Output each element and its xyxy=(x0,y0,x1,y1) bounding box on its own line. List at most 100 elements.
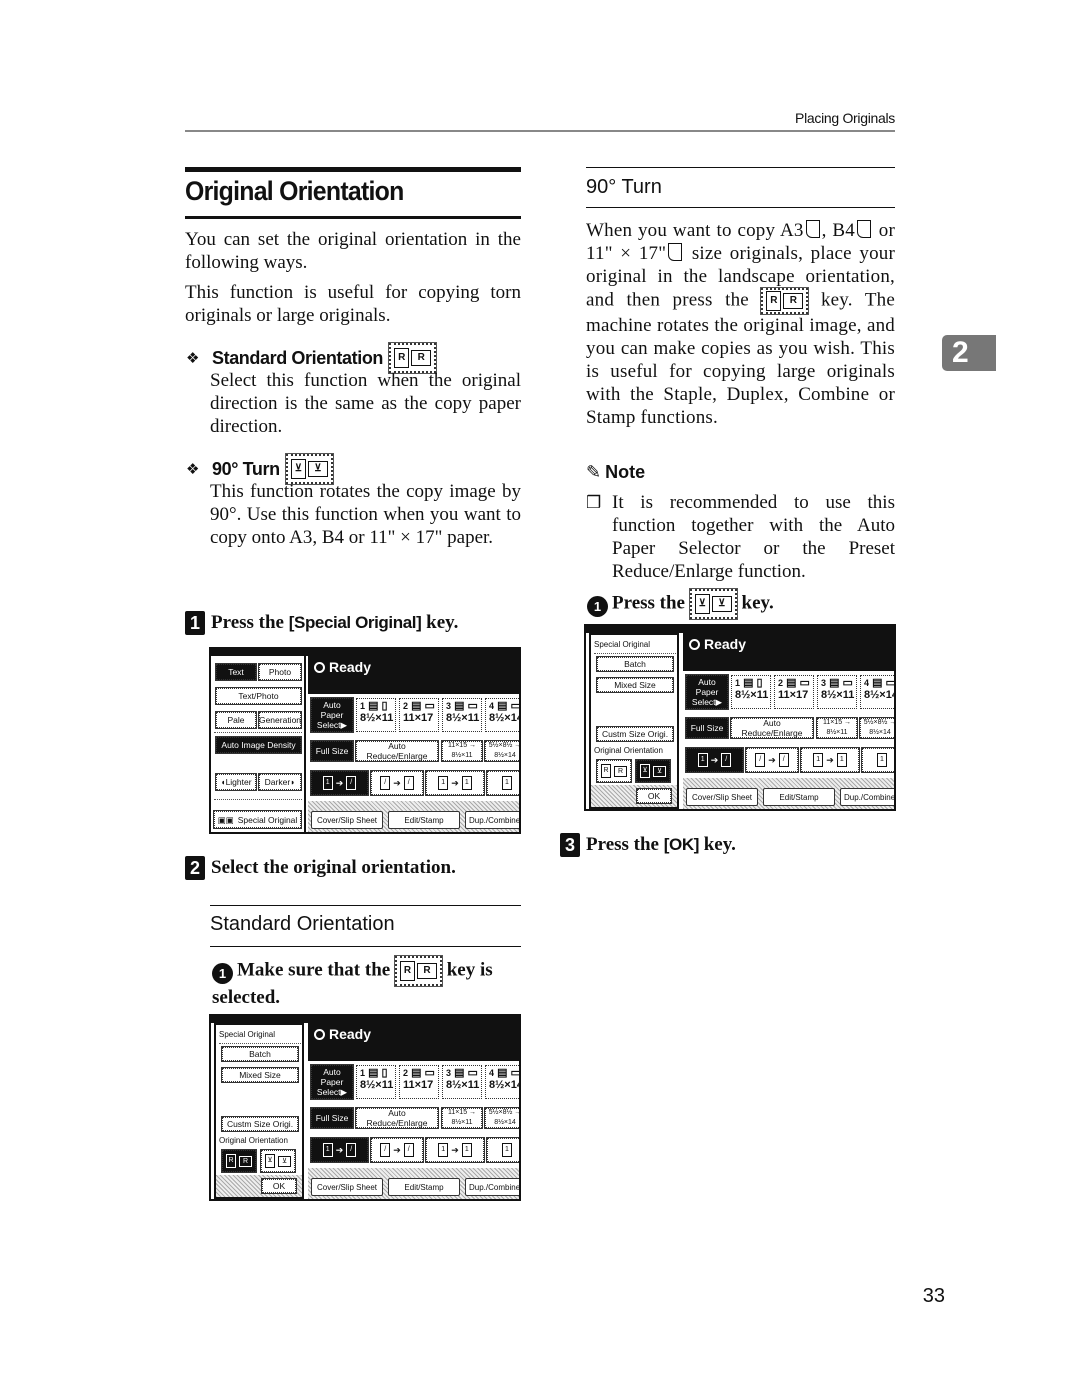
combine-mode-button[interactable]: 1 ➔ 1 xyxy=(425,1137,485,1163)
mixed-size-button[interactable]: Mixed Size xyxy=(221,1067,299,1083)
bullet-text: This function rotates the copy image by … xyxy=(210,481,521,548)
ratio-preset-2-button[interactable]: 5½×8½ → 8½×14 xyxy=(859,717,894,739)
text-mode-button[interactable]: Text xyxy=(215,663,257,681)
turn-90-button[interactable]: ⊻ ⊻ xyxy=(635,759,671,783)
batch-button[interactable]: Batch xyxy=(221,1046,299,1062)
combine-mode-button[interactable]: 1 ➔ 1 xyxy=(800,747,860,773)
step-number-badge: 1 xyxy=(185,611,205,635)
batch-button[interactable]: Batch xyxy=(596,656,674,672)
duplex-mode-1-button[interactable]: 1 ➔ / xyxy=(310,770,369,796)
paper-tray-4[interactable]: 4 ▤ ▭ 8½×14 xyxy=(485,1065,519,1099)
paper-tray-4[interactable]: 4 ▤ ▭ 8½×14 xyxy=(485,698,519,732)
generation-mode-button[interactable]: Generation xyxy=(258,711,302,729)
special-original-button[interactable]: ▣▣ Special Original xyxy=(213,810,302,829)
turn-90-button[interactable]: ⊻ ⊻ xyxy=(260,1149,296,1173)
step-text: Select the original orientation. xyxy=(211,857,456,878)
auto-reduce-enlarge-button[interactable]: Auto Reduce/Enlarge xyxy=(355,740,439,762)
step-1: 1 Press the [Special Original] key. xyxy=(185,611,458,635)
tab-dup-combine-series[interactable]: Dup./Combine/Series xyxy=(465,811,519,829)
custom-size-original-button[interactable]: Custm Size Origi. xyxy=(596,726,674,742)
title-rule-bottom xyxy=(185,216,521,219)
title-rule-top xyxy=(185,167,521,172)
paper-tray-3[interactable]: 3 ▤ ▭ 8½×11 xyxy=(442,698,482,732)
paper-tray-4[interactable]: 4 ▤ ▭ 8½×14 xyxy=(860,675,894,709)
paper-tray-2[interactable]: 2 ▤ ▭ 11×17 xyxy=(774,675,814,709)
duplex-mode-1-button[interactable]: 1 ➔ / xyxy=(685,747,744,773)
ready-status: Ready xyxy=(308,656,519,694)
custom-size-original-button[interactable]: Custm Size Origi. xyxy=(221,1116,299,1132)
paper-tray-3[interactable]: 3 ▤ ▭ 8½×11 xyxy=(442,1065,482,1099)
duplex-mode-2-button[interactable]: / ➔ / xyxy=(745,747,799,773)
ratio-preset-2-button[interactable]: 5½×8½ → 8½×14 xyxy=(484,1107,519,1129)
darker-button[interactable]: Darker◗ xyxy=(258,773,302,791)
tray-size: 11×17 xyxy=(403,1079,434,1091)
paper-tray-1[interactable]: 1 ▤ ▯ 8½×11 xyxy=(356,698,396,732)
series-mode-button[interactable]: 1 xyxy=(486,770,519,796)
panel-left-pane: Text Photo Text/Photo Pale Generation Au… xyxy=(211,656,306,832)
paper-tray-3[interactable]: 3 ▤ ▭ 8½×11 xyxy=(817,675,857,709)
note-heading: ✎ Note xyxy=(586,462,645,483)
full-size-button[interactable]: Full Size xyxy=(685,717,729,739)
auto-reduce-enlarge-button[interactable]: Auto Reduce/Enlarge xyxy=(730,717,814,739)
photo-mode-button[interactable]: Photo xyxy=(258,663,302,681)
tab-cover-slip-sheet[interactable]: Cover/Slip Sheet xyxy=(686,788,758,806)
paper-tray-2[interactable]: 2 ▤ ▭ 11×17 xyxy=(399,698,439,732)
duplex-mode-2-button[interactable]: / ➔ / xyxy=(370,1137,424,1163)
tab-cover-slip-sheet[interactable]: Cover/Slip Sheet xyxy=(311,1178,383,1196)
tab-edit-stamp[interactable]: Edit/Stamp xyxy=(388,1178,460,1196)
full-size-button[interactable]: Full Size xyxy=(310,740,354,762)
copier-panel-main: Text Photo Text/Photo Pale Generation Au… xyxy=(209,647,521,834)
panel-right-pane: Ready Auto Paper Select▶ 1 ▤ ▯ 8½×11 2 ▤ … xyxy=(308,656,519,832)
auto-image-density-button[interactable]: Auto Image Density xyxy=(215,736,302,754)
ok-button[interactable]: OK xyxy=(636,788,672,804)
lighter-button[interactable]: ◖Lighter xyxy=(215,773,257,791)
tab-cover-slip-sheet[interactable]: Cover/Slip Sheet xyxy=(311,811,383,829)
tray-number: 2 xyxy=(778,678,784,688)
ratio-preset-1-button[interactable]: 11×15 → 8½×11 xyxy=(441,1107,483,1129)
tab-dup-combine-series[interactable]: Dup./Combine/Series xyxy=(840,788,894,806)
paper-tray-2[interactable]: 2 ▤ ▭ 11×17 xyxy=(399,1065,439,1099)
panel-left-pane: Special Original Batch Mixed Size Custm … xyxy=(589,633,679,809)
tray-number: 1 xyxy=(360,701,366,711)
ratio-preset-2-button[interactable]: 5½×8½ → 8½×14 xyxy=(484,740,519,762)
duplex-mode-1-button[interactable]: 1 ➔ / xyxy=(310,1137,369,1163)
auto-paper-select-button[interactable]: Auto Paper Select▶ xyxy=(685,674,729,710)
paper-tray-1[interactable]: 1 ▤ ▯ 8½×11 xyxy=(731,675,771,709)
auto-paper-select-button[interactable]: Auto Paper Select▶ xyxy=(310,1064,354,1100)
panel-topbar xyxy=(586,626,894,633)
separator xyxy=(214,732,302,733)
pale-mode-button[interactable]: Pale xyxy=(215,711,257,729)
series-mode-button[interactable]: 1 xyxy=(861,747,894,773)
copier-panel-standard-selected: Special Original Batch Mixed Size Custm … xyxy=(209,1014,521,1201)
tray-number: 3 xyxy=(446,701,452,711)
standard-orientation-button[interactable]: RR xyxy=(596,759,632,783)
tab-dup-combine-series[interactable]: Dup./Combine/Series xyxy=(465,1178,519,1196)
paper-tray-1[interactable]: 1 ▤ ▯ 8½×11 xyxy=(356,1065,396,1099)
tab-edit-stamp[interactable]: Edit/Stamp xyxy=(388,811,460,829)
section-rule-bottom xyxy=(210,946,521,947)
section-rule-top xyxy=(586,167,895,168)
series-mode-button[interactable]: 1 xyxy=(486,1137,519,1163)
standard-orientation-button[interactable]: RR xyxy=(221,1149,257,1173)
checkbox-bullet-icon: ❒ xyxy=(586,493,602,512)
full-size-button[interactable]: Full Size xyxy=(310,1107,354,1129)
diamond-bullet-icon: ❖ xyxy=(186,461,200,478)
ok-button[interactable]: OK xyxy=(261,1178,297,1194)
mixed-size-button[interactable]: Mixed Size xyxy=(596,677,674,693)
auto-reduce-enlarge-button[interactable]: Auto Reduce/Enlarge xyxy=(355,1107,439,1129)
ready-circle-icon xyxy=(314,662,325,673)
combine-mode-button[interactable]: 1 ➔ 1 xyxy=(425,770,485,796)
ratio-preset-1-button[interactable]: 11×15 → 8½×11 xyxy=(441,740,483,762)
note-item: ❒ It is recommended to use this function… xyxy=(586,491,895,583)
ratio-preset-1-button[interactable]: 11×15 → 8½×11 xyxy=(816,717,858,739)
auto-paper-select-button[interactable]: Auto Paper Select▶ xyxy=(310,697,354,733)
duplex-mode-2-button[interactable]: / ➔ / xyxy=(370,770,424,796)
ready-text: Ready xyxy=(329,1026,372,1042)
text-photo-mode-button[interactable]: Text/Photo xyxy=(215,687,302,705)
ready-status: Ready xyxy=(683,633,894,671)
separator xyxy=(219,1043,301,1044)
step-text: key. xyxy=(703,834,736,855)
tray-size: 8½×11 xyxy=(735,689,769,701)
tab-edit-stamp[interactable]: Edit/Stamp xyxy=(763,788,835,806)
step-text: Press the xyxy=(586,834,659,855)
